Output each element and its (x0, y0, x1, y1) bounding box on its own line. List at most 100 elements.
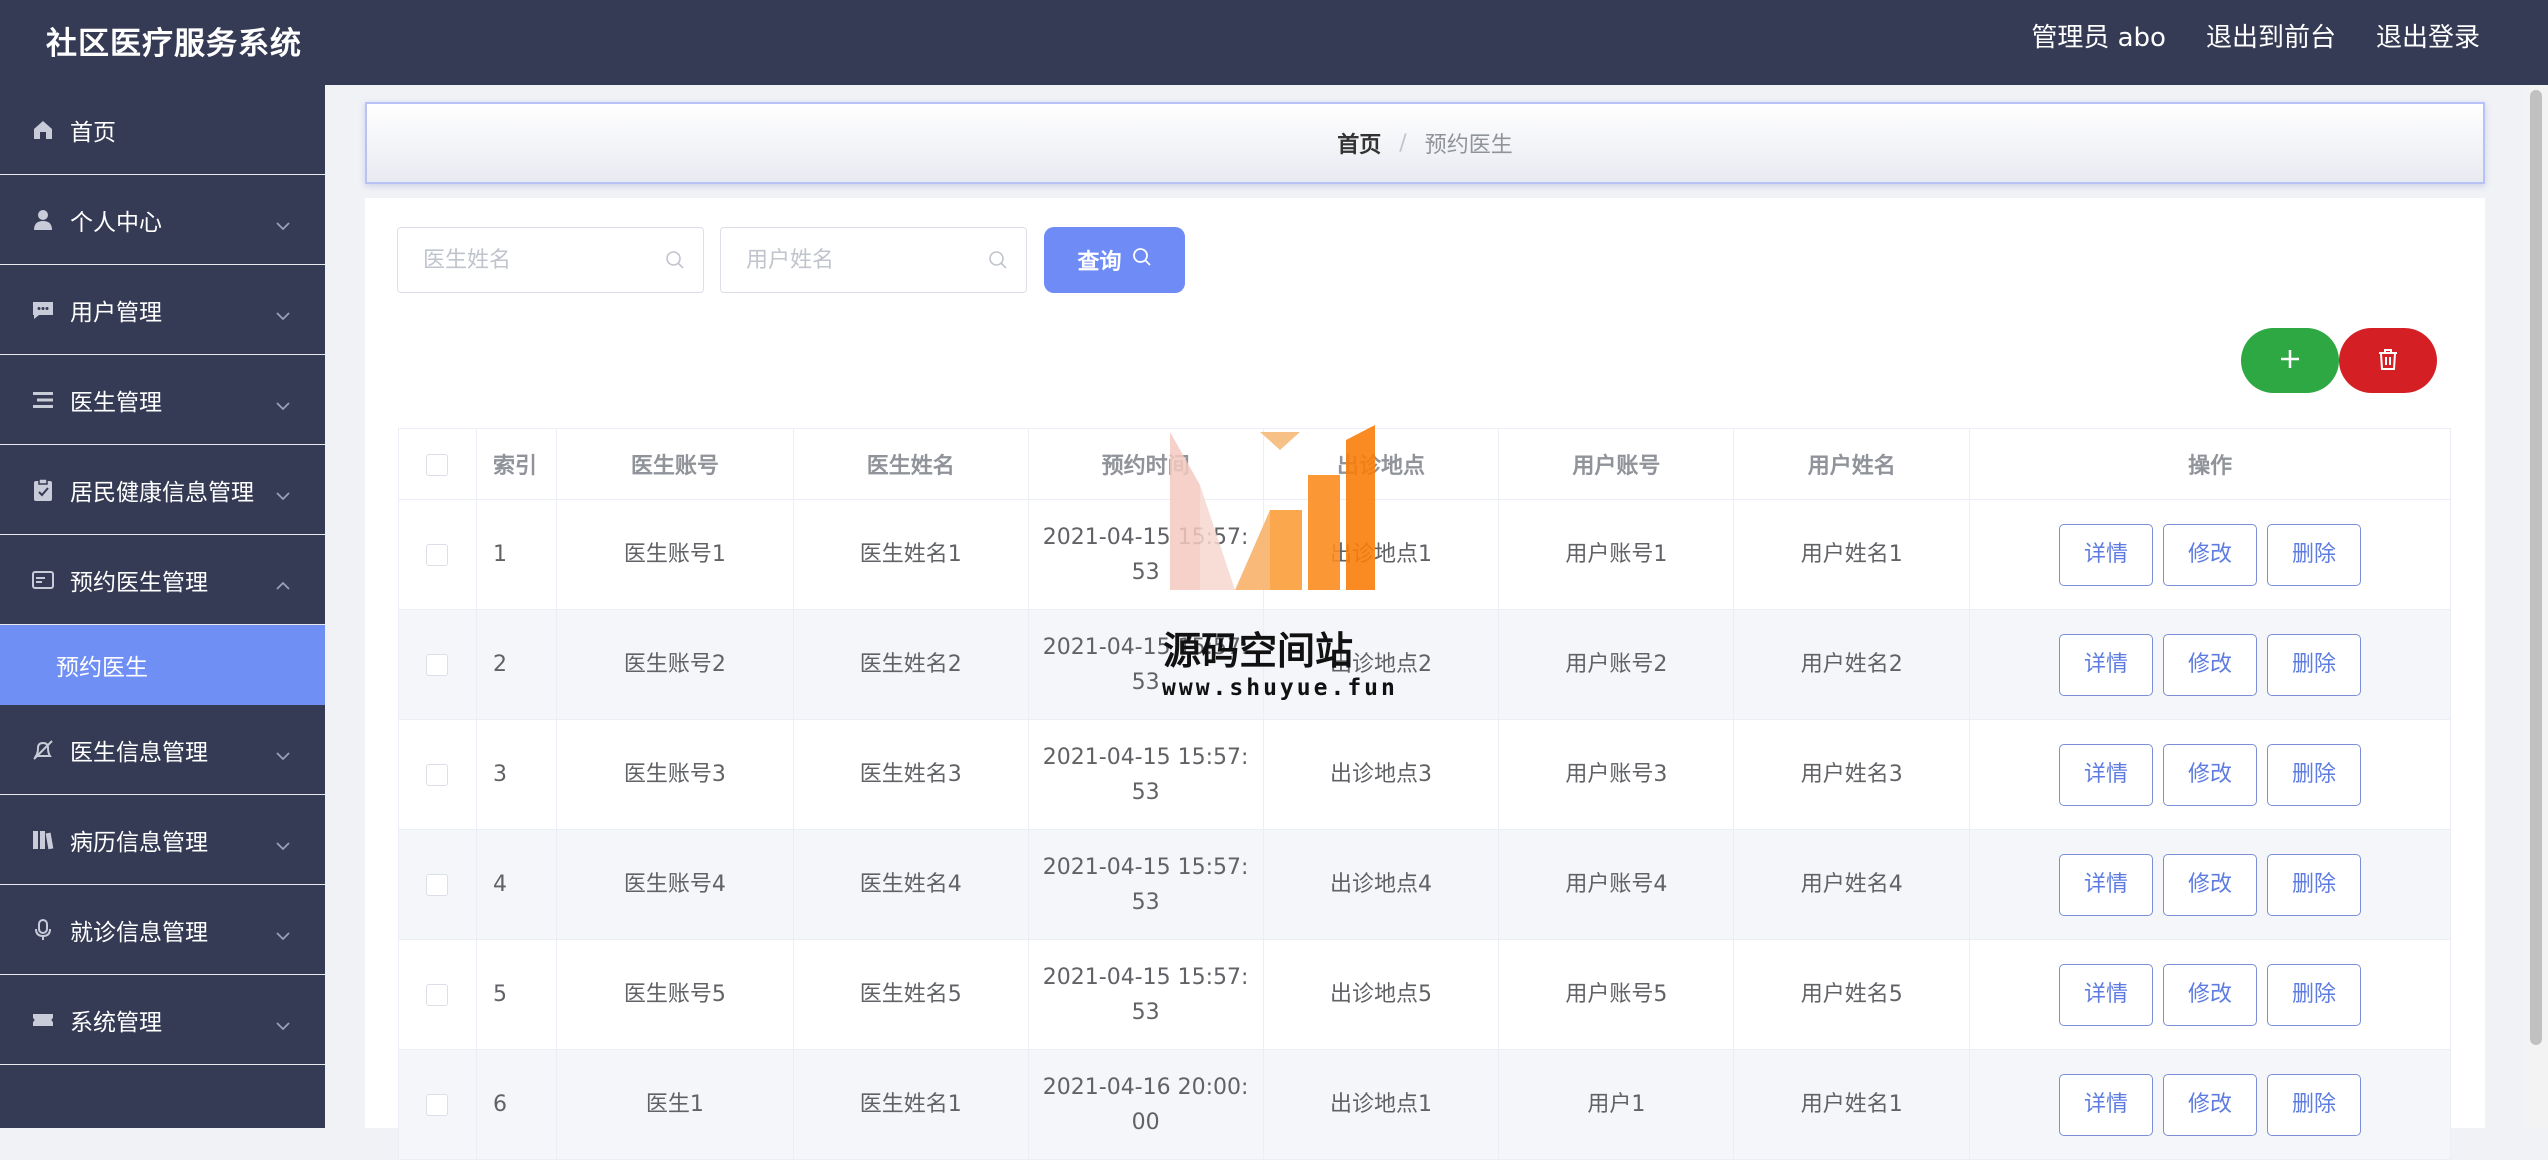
sidebar-item-label: 预约医生管理 (70, 569, 208, 596)
sidebar-item-label: 就诊信息管理 (70, 919, 208, 946)
sidebar-item-personal-center[interactable]: 个人中心 (0, 175, 325, 265)
sidebar-item-label: 用户管理 (70, 299, 162, 326)
user-account-cell: 用户账号4 (1498, 829, 1735, 940)
location-cell: 出诊地点5 (1262, 939, 1500, 1050)
doctor-account-cell: 医生账号4 (555, 829, 794, 940)
sidebar-item-doctor-management[interactable]: 医生管理 (0, 355, 325, 445)
row-checkbox[interactable] (426, 764, 449, 786)
sidebar-item-doctor-info[interactable]: 医生信息管理 (0, 705, 325, 795)
sidebar-item-system-management[interactable]: 系统管理 (0, 975, 325, 1065)
chevron-down-icon (275, 391, 291, 417)
sidebar-item-label: 系统管理 (70, 1009, 162, 1036)
watermark-url: www.shuyue.fun (1162, 675, 1398, 701)
breadcrumb-home[interactable]: 首页 (1337, 127, 1381, 159)
delete-button[interactable]: 删除 (2267, 1073, 2362, 1136)
actions-cell: 详情 修改 删除 (1969, 719, 2451, 830)
row-checkbox[interactable] (426, 654, 449, 676)
detail-button[interactable]: 详情 (2059, 1073, 2154, 1136)
appointment-time-cell: 2021-04-15 15:57: 53 (1027, 719, 1264, 830)
table-row: 1 医生账号1 医生姓名1 2021-04-15 15:57: 53 出诊地点1 … (398, 499, 2451, 610)
delete-button[interactable]: 删除 (2267, 743, 2362, 806)
search-button[interactable]: 查询 (1044, 227, 1185, 293)
doctor-name-cell: 医生姓名3 (792, 719, 1029, 830)
scrollbar-thumb[interactable] (2530, 90, 2542, 1045)
appointment-time-cell: 2021-04-15 15:57: 53 (1027, 829, 1264, 940)
select-all-checkbox[interactable] (426, 453, 449, 476)
doctor-name-cell: 医生姓名1 (792, 499, 1029, 610)
doctor-name-cell: 医生姓名4 (792, 829, 1029, 940)
edit-button[interactable]: 修改 (2163, 633, 2258, 696)
sidebar-item-resident-health[interactable]: 居民健康信息管理 (0, 445, 325, 535)
row-select-cell (398, 1049, 477, 1160)
watermark-title: 源码空间站 (1163, 629, 1354, 673)
row-checkbox[interactable] (426, 874, 449, 896)
add-button[interactable] (2241, 328, 2339, 393)
location-cell: 出诊地点4 (1262, 829, 1500, 940)
back-to-frontend-link[interactable]: 退出到前台 (2206, 20, 2336, 56)
detail-button[interactable]: 详情 (2059, 963, 2154, 1026)
sidebar-item-user-management[interactable]: 用户管理 (0, 265, 325, 355)
delete-button[interactable]: 删除 (2267, 523, 2362, 586)
sidebar-item-label: 医生管理 (70, 389, 162, 416)
row-checkbox[interactable] (426, 984, 449, 1006)
ticket-icon (30, 1007, 56, 1033)
breadcrumb-current: 预约医生 (1424, 133, 1513, 158)
sidebar-menu: 首页 个人中心 用户管理 医生管理 居民健康信息管理 预约医生管理 预约医生 医… (0, 85, 325, 1128)
row-checkbox[interactable] (426, 1094, 449, 1116)
doctor-account-cell: 医生账号2 (555, 609, 794, 720)
edit-button[interactable]: 修改 (2163, 523, 2258, 586)
table-row: 2 医生账号2 医生姓名2 2021-04-15 15:57: 53 出诊地点2 … (398, 609, 2451, 720)
sidebar-item-medical-record[interactable]: 病历信息管理 (0, 795, 325, 885)
sidebar-item-home[interactable]: 首页 (0, 85, 325, 175)
column-header: 医生账号 (555, 428, 794, 500)
batch-delete-button[interactable] (2339, 328, 2437, 393)
edit-button[interactable]: 修改 (2163, 853, 2258, 916)
user-account-cell: 用户账号2 (1498, 609, 1735, 720)
sidebar-item-label: 医生信息管理 (70, 739, 208, 766)
doctor-name-cell: 医生姓名5 (792, 939, 1029, 1050)
search-icon (988, 250, 1008, 274)
sidebar-item-label: 病历信息管理 (70, 829, 208, 856)
time-line: 53 (1131, 999, 1160, 1025)
index-cell: 3 (475, 719, 557, 830)
chevron-up-icon (275, 571, 291, 597)
logout-link[interactable]: 退出登录 (2376, 20, 2480, 56)
actions-cell: 详情 修改 删除 (1969, 609, 2451, 720)
edit-button[interactable]: 修改 (2163, 963, 2258, 1026)
app-title: 社区医疗服务系统 (46, 26, 302, 62)
delete-button[interactable]: 删除 (2267, 633, 2362, 696)
search-button-label: 查询 (1077, 249, 1122, 274)
table-header-row: 索引 医生账号 医生姓名 预约时间 出诊地点 用户账号 用户姓名 操作 (398, 428, 2451, 500)
delete-button[interactable]: 删除 (2267, 853, 2362, 916)
delete-button[interactable]: 删除 (2267, 963, 2362, 1026)
sidebar-item-label: 首页 (70, 119, 116, 146)
doctor-name-cell: 医生姓名1 (792, 1049, 1029, 1160)
detail-button[interactable]: 详情 (2059, 523, 2154, 586)
clipboard-icon (30, 477, 56, 503)
user-name-input[interactable] (721, 228, 1026, 292)
doctor-account-cell: 医生1 (555, 1049, 794, 1160)
sidebar-item-appointment-doctor[interactable]: 预约医生 (0, 625, 325, 705)
detail-button[interactable]: 详情 (2059, 853, 2154, 916)
sidebar-item-appointment-management[interactable]: 预约医生管理 (0, 535, 325, 625)
actions-cell: 详情 修改 删除 (1969, 499, 2451, 610)
search-icon (1132, 247, 1152, 273)
sidebar-item-visit-info[interactable]: 就诊信息管理 (0, 885, 325, 975)
breadcrumb: 首页 / 预约医生 (365, 102, 2485, 184)
time-line: 53 (1131, 889, 1160, 915)
table-row: 4 医生账号4 医生姓名4 2021-04-15 15:57: 53 出诊地点4 … (398, 829, 2451, 940)
doctor-name-input[interactable] (398, 228, 703, 292)
top-header: 社区医疗服务系统 管理员 abo 退出到前台 退出登录 (0, 0, 2548, 85)
detail-button[interactable]: 详情 (2059, 633, 2154, 696)
edit-button[interactable]: 修改 (2163, 743, 2258, 806)
location-cell: 出诊地点1 (1262, 499, 1500, 610)
time-line: 2021-04-15 15:57: (1042, 744, 1249, 770)
user-name-cell: 用户姓名1 (1733, 1049, 1971, 1160)
detail-button[interactable]: 详情 (2059, 743, 2154, 806)
chat-icon (30, 297, 56, 323)
user-name-cell: 用户姓名4 (1733, 829, 1971, 940)
edit-button[interactable]: 修改 (2163, 1073, 2258, 1136)
time-line: 00 (1131, 1109, 1160, 1135)
row-checkbox[interactable] (426, 544, 449, 566)
plus-icon (2278, 347, 2302, 374)
